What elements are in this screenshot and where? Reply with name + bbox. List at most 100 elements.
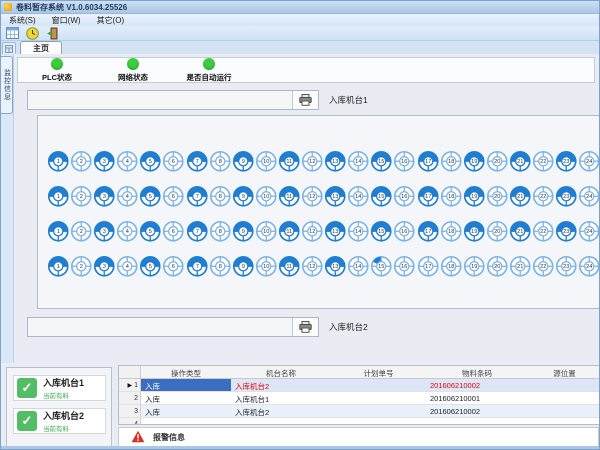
autohide-panel-tab[interactable] — [2, 42, 16, 54]
coil-slot[interactable]: 20 — [486, 255, 509, 278]
coil-slot[interactable]: 1 — [47, 150, 70, 173]
coil-slot[interactable]: 9 — [232, 220, 255, 243]
column-header[interactable]: 计划单号 — [331, 366, 426, 378]
coil-slot[interactable]: 19 — [463, 220, 486, 243]
coil-slot[interactable]: 20 — [486, 220, 509, 243]
coil-slot[interactable]: 8 — [209, 150, 232, 173]
coil-slot[interactable]: 12 — [301, 185, 324, 208]
coil-slot[interactable]: 3 — [93, 220, 116, 243]
coil-slot[interactable]: 13 — [324, 255, 347, 278]
coil-slot[interactable]: 11 — [278, 150, 301, 173]
coil-slot[interactable]: 3 — [93, 185, 116, 208]
coil-slot[interactable]: 16 — [393, 185, 416, 208]
table-row[interactable]: 4 — [119, 418, 600, 425]
coil-slot[interactable]: 6 — [162, 150, 185, 173]
coil-slot[interactable]: 13 — [324, 185, 347, 208]
coil-slot[interactable]: 17 — [417, 255, 440, 278]
table-row[interactable]: ▶1入库入库机台2201606210002 — [119, 379, 600, 392]
coil-slot[interactable]: 2 — [70, 220, 93, 243]
coil-slot[interactable]: 5 — [139, 220, 162, 243]
coil-slot[interactable]: 19 — [463, 150, 486, 173]
coil-slot[interactable]: 8 — [209, 220, 232, 243]
printer-icon[interactable] — [292, 91, 318, 109]
coil-slot[interactable]: 17 — [417, 150, 440, 173]
menu-system[interactable]: 系统(S) — [1, 15, 44, 26]
coil-slot[interactable]: 4 — [116, 150, 139, 173]
menu-other[interactable]: 其它(O) — [89, 15, 133, 26]
column-header[interactable]: 操作类型 — [141, 366, 231, 378]
coil-slot[interactable]: 1 — [47, 185, 70, 208]
column-header[interactable]: 源位置 — [528, 366, 600, 378]
coil-slot[interactable]: 11 — [278, 185, 301, 208]
coil-slot[interactable]: 20 — [486, 185, 509, 208]
coil-slot[interactable]: 14 — [347, 220, 370, 243]
coil-slot[interactable]: 11 — [278, 255, 301, 278]
coil-slot[interactable]: 24 — [578, 220, 600, 243]
table-row[interactable]: 3入库入库机台2201606210002 — [119, 405, 600, 418]
coil-slot[interactable]: 2 — [70, 185, 93, 208]
coil-slot[interactable]: 21 — [509, 185, 532, 208]
coil-slot[interactable]: 14 — [347, 255, 370, 278]
coil-slot[interactable]: 4 — [116, 185, 139, 208]
coil-slot[interactable]: 22 — [532, 150, 555, 173]
table-row[interactable]: 2入库入库机台1201606210001 — [119, 392, 600, 405]
coil-slot[interactable]: 18 — [440, 150, 463, 173]
coil-slot[interactable]: 4 — [116, 220, 139, 243]
coil-slot[interactable]: 3 — [93, 150, 116, 173]
machine-status-card[interactable]: ✓ 入库机台1 当前有料 — [13, 375, 106, 401]
coil-slot[interactable]: 1 — [47, 255, 70, 278]
coil-slot[interactable]: 9 — [232, 255, 255, 278]
column-header[interactable]: 机台名称 — [231, 366, 331, 378]
tab-home[interactable]: 主页 — [20, 41, 62, 54]
alarm-bar[interactable]: 报警信息 — [118, 427, 599, 447]
coil-slot[interactable]: 12 — [301, 220, 324, 243]
coil-slot[interactable]: 19 — [463, 255, 486, 278]
coil-slot[interactable]: 16 — [393, 220, 416, 243]
coil-slot[interactable]: 15 — [370, 150, 393, 173]
coil-slot[interactable]: 11 — [278, 220, 301, 243]
coil-slot[interactable]: 4 — [116, 255, 139, 278]
coil-slot[interactable]: 2 — [70, 255, 93, 278]
coil-slot[interactable]: 9 — [232, 150, 255, 173]
coil-slot[interactable]: 5 — [139, 150, 162, 173]
coil-slot[interactable]: 22 — [532, 185, 555, 208]
side-tab-monitor[interactable]: 监控信息 — [1, 56, 13, 114]
coil-slot[interactable]: 19 — [463, 185, 486, 208]
coil-slot[interactable]: 8 — [209, 255, 232, 278]
coil-slot[interactable]: 7 — [186, 150, 209, 173]
machine-status-card[interactable]: ✓ 入库机台2 当前有料 — [13, 408, 106, 434]
coil-slot[interactable]: 3 — [93, 255, 116, 278]
coil-slot[interactable]: 22 — [532, 255, 555, 278]
coil-slot[interactable]: 24 — [578, 185, 600, 208]
coil-slot[interactable]: 23 — [555, 255, 578, 278]
coil-slot[interactable]: 10 — [255, 185, 278, 208]
coil-slot[interactable]: 21 — [509, 220, 532, 243]
coil-slot[interactable]: 24 — [578, 150, 600, 173]
clock-icon[interactable] — [24, 27, 40, 40]
coil-slot[interactable]: 9 — [232, 185, 255, 208]
coil-slot[interactable]: 5 — [139, 185, 162, 208]
coil-slot[interactable]: 10 — [255, 255, 278, 278]
coil-slot[interactable]: 18 — [440, 220, 463, 243]
exit-icon[interactable] — [44, 27, 60, 40]
coil-slot[interactable]: 14 — [347, 185, 370, 208]
coil-slot[interactable]: 2 — [70, 150, 93, 173]
column-header[interactable]: 物料条码 — [426, 366, 528, 378]
coil-slot[interactable]: 7 — [186, 220, 209, 243]
coil-slot[interactable]: 7 — [186, 185, 209, 208]
coil-slot[interactable]: 23 — [555, 150, 578, 173]
coil-slot[interactable]: 6 — [162, 220, 185, 243]
calendar-icon[interactable] — [4, 27, 20, 40]
coil-slot[interactable]: 24 — [578, 255, 600, 278]
printer-icon[interactable] — [292, 318, 318, 336]
coil-slot[interactable]: 18 — [440, 255, 463, 278]
coil-slot[interactable]: 23 — [555, 185, 578, 208]
coil-slot[interactable]: 16 — [393, 255, 416, 278]
coil-slot[interactable]: 6 — [162, 255, 185, 278]
coil-slot[interactable]: 23 — [555, 220, 578, 243]
menu-window[interactable]: 窗口(W) — [44, 15, 89, 26]
coil-slot[interactable]: 15 — [370, 185, 393, 208]
coil-slot[interactable]: 5 — [139, 255, 162, 278]
coil-slot[interactable]: 6 — [162, 185, 185, 208]
coil-slot[interactable]: 12 — [301, 255, 324, 278]
